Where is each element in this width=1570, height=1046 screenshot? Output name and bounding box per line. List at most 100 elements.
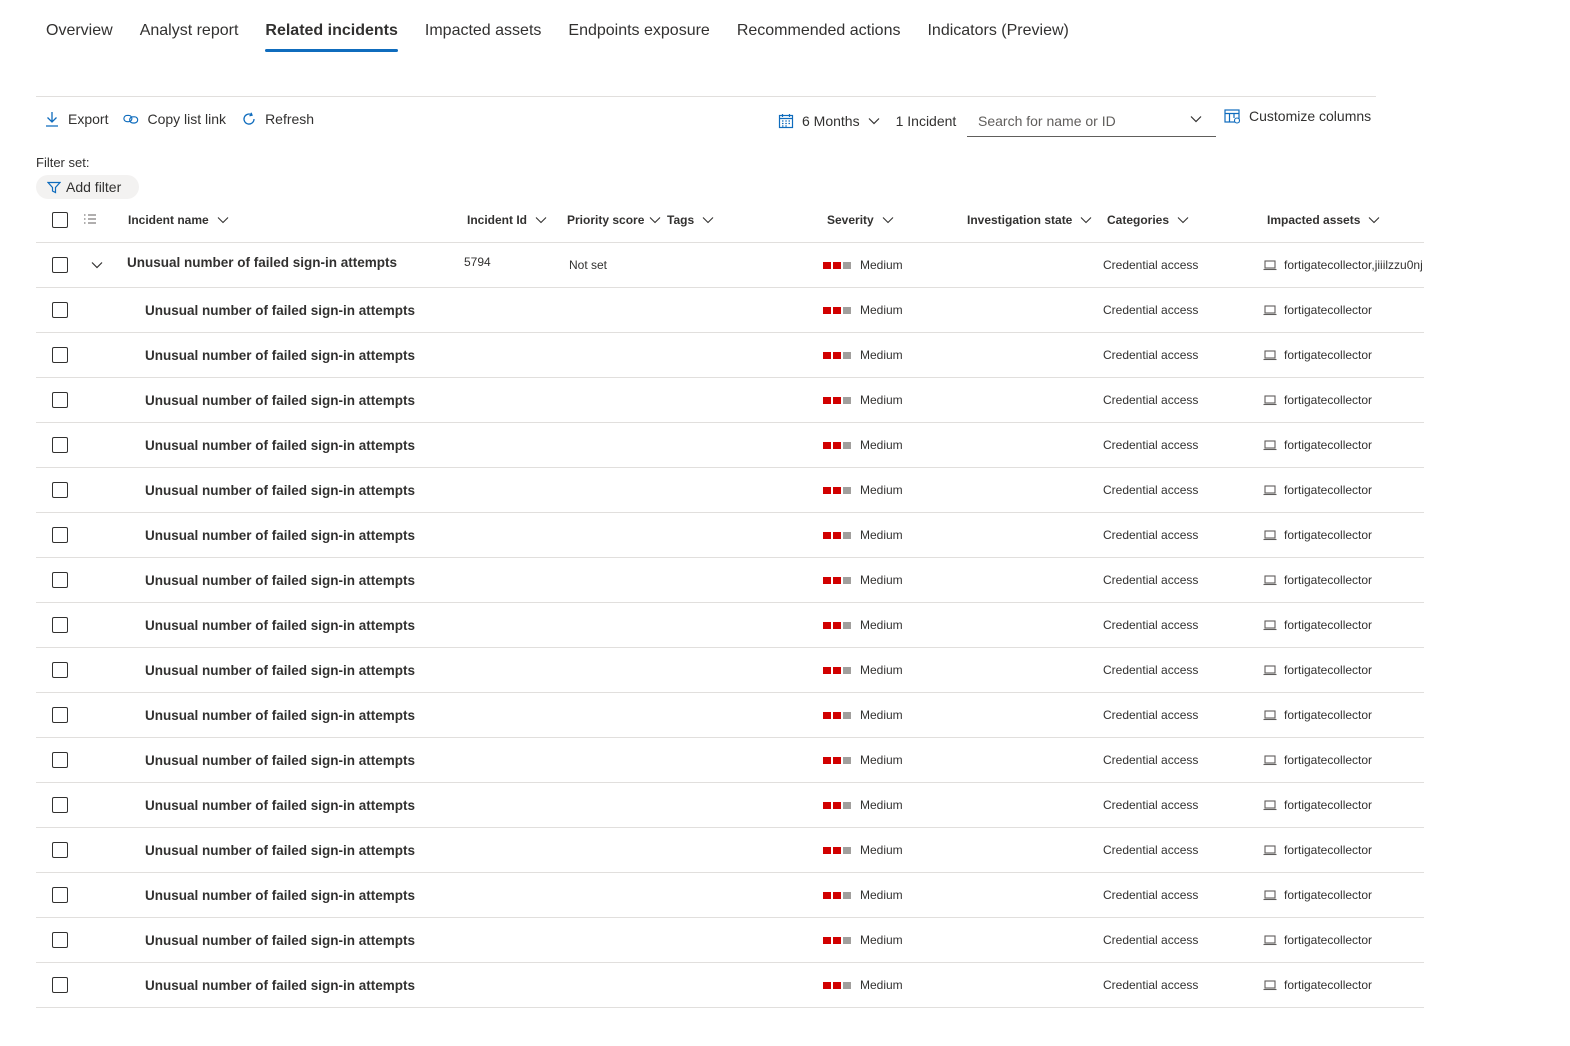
table-row-alert[interactable]: Unusual number of failed sign-in attempt… [36, 738, 1424, 783]
table-row-alert[interactable]: Unusual number of failed sign-in attempt… [36, 873, 1424, 918]
table-row-alert[interactable]: Unusual number of failed sign-in attempt… [36, 828, 1424, 873]
row-checkbox[interactable] [52, 437, 68, 453]
alert-name-link[interactable]: Unusual number of failed sign-in attempt… [145, 963, 415, 1007]
column-label: Tags [667, 213, 695, 227]
impacted-asset-link[interactable]: fortigatecollector [1284, 843, 1372, 857]
impacted-asset-link[interactable]: fortigatecollector [1284, 663, 1372, 677]
table-row-alert[interactable]: Unusual number of failed sign-in attempt… [36, 513, 1424, 558]
table-row-alert[interactable]: Unusual number of failed sign-in attempt… [36, 423, 1424, 468]
column-header-investigation-state[interactable]: Investigation state [967, 198, 1092, 242]
impacted-asset-link[interactable]: fortigatecollector [1284, 573, 1372, 587]
row-checkbox[interactable] [52, 482, 68, 498]
chevron-down-icon [702, 216, 714, 224]
table-row-alert[interactable]: Unusual number of failed sign-in attempt… [36, 963, 1424, 1008]
severity-bars [823, 846, 853, 854]
incident-name-link[interactable]: Unusual number of failed sign-in attempt… [127, 240, 397, 284]
row-checkbox[interactable] [52, 572, 68, 588]
table-row-alert[interactable]: Unusual number of failed sign-in attempt… [36, 558, 1424, 603]
alert-name-link[interactable]: Unusual number of failed sign-in attempt… [145, 648, 415, 692]
column-header-incident-id[interactable]: Incident Id [467, 198, 547, 242]
tab-analyst-report[interactable]: Analyst report [140, 18, 239, 52]
column-label: Impacted assets [1267, 213, 1361, 227]
column-header-categories[interactable]: Categories [1107, 198, 1189, 242]
alert-name-link[interactable]: Unusual number of failed sign-in attempt… [145, 378, 415, 422]
alert-name-link[interactable]: Unusual number of failed sign-in attempt… [145, 558, 415, 602]
column-header-impacted-assets[interactable]: Impacted assets [1267, 198, 1380, 242]
row-checkbox[interactable] [52, 392, 68, 408]
row-checkbox[interactable] [52, 797, 68, 813]
impacted-asset-link[interactable]: fortigatecollector [1284, 618, 1372, 632]
table-row-alert[interactable]: Unusual number of failed sign-in attempt… [36, 333, 1424, 378]
alert-name-link[interactable]: Unusual number of failed sign-in attempt… [145, 603, 415, 647]
impacted-asset-link[interactable]: fortigatecollector [1284, 708, 1372, 722]
impacted-asset-link[interactable]: fortigatecollector [1284, 303, 1372, 317]
row-checkbox[interactable] [52, 257, 68, 273]
time-range-dropdown[interactable]: 6 Months [778, 113, 880, 129]
row-checkbox[interactable] [52, 932, 68, 948]
table-row-alert[interactable]: Unusual number of failed sign-in attempt… [36, 648, 1424, 693]
export-button[interactable]: Export [44, 111, 108, 127]
group-toggle-button[interactable] [83, 198, 97, 242]
row-checkbox[interactable] [52, 662, 68, 678]
search-input[interactable] [978, 113, 1178, 129]
impacted-asset-link[interactable]: fortigatecollector [1284, 933, 1372, 947]
alert-name-link[interactable]: Unusual number of failed sign-in attempt… [145, 333, 415, 377]
column-header-incident-name[interactable]: Incident name [128, 198, 229, 242]
alert-name-link[interactable]: Unusual number of failed sign-in attempt… [145, 513, 415, 557]
impacted-asset-link[interactable]: fortigatecollector [1284, 753, 1372, 767]
table-row-alert[interactable]: Unusual number of failed sign-in attempt… [36, 918, 1424, 963]
alert-name-link[interactable]: Unusual number of failed sign-in attempt… [145, 468, 415, 512]
row-checkbox[interactable] [52, 752, 68, 768]
alert-name-link[interactable]: Unusual number of failed sign-in attempt… [145, 783, 415, 827]
impacted-asset-link[interactable]: fortigatecollector [1284, 978, 1372, 992]
impacted-asset-link[interactable]: fortigatecollector,jiiilzzu0nj [1284, 258, 1423, 272]
impacted-asset-link[interactable]: fortigatecollector [1284, 528, 1372, 542]
impacted-asset-link[interactable]: fortigatecollector [1284, 348, 1372, 362]
row-checkbox[interactable] [52, 707, 68, 723]
row-checkbox[interactable] [52, 302, 68, 318]
table-row-alert[interactable]: Unusual number of failed sign-in attempt… [36, 603, 1424, 648]
tab-impacted-assets[interactable]: Impacted assets [425, 18, 542, 52]
select-all-checkbox[interactable] [52, 212, 68, 228]
chevron-down-icon[interactable] [91, 261, 103, 269]
copy-list-link-button[interactable]: Copy list link [123, 111, 226, 127]
search-combobox[interactable] [967, 106, 1216, 137]
column-header-priority-score[interactable]: Priority score [567, 198, 661, 242]
alert-name-link[interactable]: Unusual number of failed sign-in attempt… [145, 738, 415, 782]
customize-columns-button[interactable]: Customize columns [1224, 108, 1371, 124]
row-checkbox[interactable] [52, 887, 68, 903]
row-checkbox[interactable] [52, 527, 68, 543]
row-checkbox[interactable] [52, 842, 68, 858]
add-filter-label: Add filter [66, 179, 122, 195]
impacted-asset-link[interactable]: fortigatecollector [1284, 438, 1372, 452]
table-row-alert[interactable]: Unusual number of failed sign-in attempt… [36, 378, 1424, 423]
table-row-alert[interactable]: Unusual number of failed sign-in attempt… [36, 468, 1424, 513]
alert-name-link[interactable]: Unusual number of failed sign-in attempt… [145, 828, 415, 872]
alert-name-link[interactable]: Unusual number of failed sign-in attempt… [145, 693, 415, 737]
tab-endpoints-exposure[interactable]: Endpoints exposure [568, 18, 709, 52]
row-checkbox[interactable] [52, 617, 68, 633]
tab-overview[interactable]: Overview [46, 18, 113, 52]
alert-name-link[interactable]: Unusual number of failed sign-in attempt… [145, 423, 415, 467]
tab-recommended-actions[interactable]: Recommended actions [737, 18, 901, 52]
impacted-asset-link[interactable]: fortigatecollector [1284, 393, 1372, 407]
refresh-button[interactable]: Refresh [241, 111, 314, 127]
add-filter-button[interactable]: Add filter [36, 175, 139, 199]
alert-name-link[interactable]: Unusual number of failed sign-in attempt… [145, 873, 415, 917]
table-row-incident[interactable]: Unusual number of failed sign-in attempt… [36, 243, 1424, 288]
tab-related-incidents[interactable]: Related incidents [265, 18, 399, 52]
table-row-alert[interactable]: Unusual number of failed sign-in attempt… [36, 693, 1424, 738]
row-checkbox[interactable] [52, 977, 68, 993]
tab-indicators[interactable]: Indicators (Preview) [927, 18, 1068, 52]
table-row-alert[interactable]: Unusual number of failed sign-in attempt… [36, 288, 1424, 333]
chevron-down-icon[interactable] [1190, 115, 1202, 123]
alert-name-link[interactable]: Unusual number of failed sign-in attempt… [145, 288, 415, 332]
column-header-tags[interactable]: Tags [667, 198, 714, 242]
table-row-alert[interactable]: Unusual number of failed sign-in attempt… [36, 783, 1424, 828]
column-header-severity[interactable]: Severity [827, 198, 894, 242]
row-checkbox[interactable] [52, 347, 68, 363]
alert-name-link[interactable]: Unusual number of failed sign-in attempt… [145, 918, 415, 962]
impacted-asset-link[interactable]: fortigatecollector [1284, 888, 1372, 902]
impacted-asset-link[interactable]: fortigatecollector [1284, 798, 1372, 812]
impacted-asset-link[interactable]: fortigatecollector [1284, 483, 1372, 497]
